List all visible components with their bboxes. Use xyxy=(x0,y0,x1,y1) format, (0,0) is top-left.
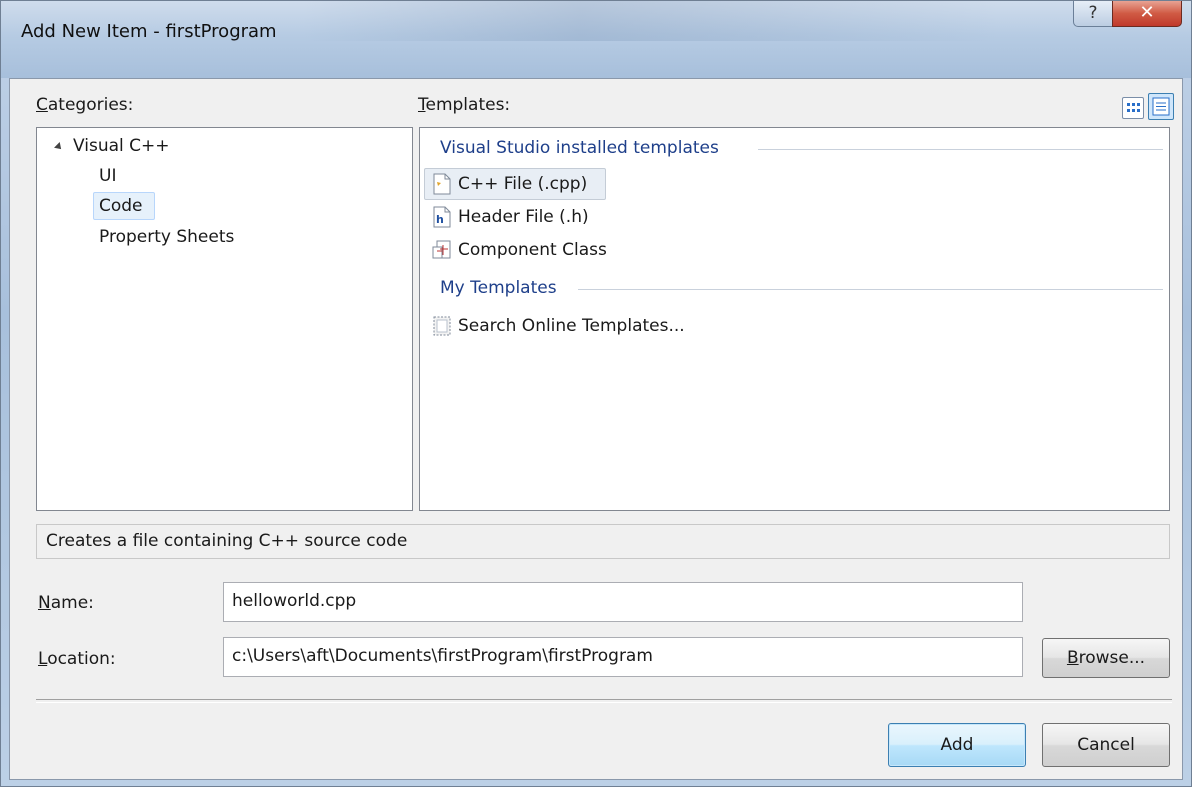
help-button[interactable]: ? xyxy=(1073,1,1113,27)
template-item-cpp-file[interactable]: C++ File (.cpp) xyxy=(432,169,587,199)
template-item-header-file[interactable]: h Header File (.h) xyxy=(432,202,589,232)
cpp-file-icon xyxy=(432,173,452,195)
templates-label: Templates: xyxy=(418,95,511,115)
group-header-installed: Visual Studio installed templates xyxy=(440,138,719,158)
templates-list[interactable]: Visual Studio installed templates C++ Fi… xyxy=(419,127,1170,511)
tree-item-code[interactable]: Code xyxy=(99,196,143,216)
title-bar-glow xyxy=(301,1,1001,41)
add-new-item-dialog: Add New Item - firstProgram ? ✕ Categori… xyxy=(0,0,1192,787)
categories-tree[interactable]: Visual C++ UI Code Property Sheets xyxy=(36,127,413,511)
template-item-search-online[interactable]: Search Online Templates... xyxy=(432,311,685,341)
name-label: Name: xyxy=(38,593,94,613)
header-file-icon: h xyxy=(432,206,452,228)
component-class-icon xyxy=(432,239,452,261)
browse-button[interactable]: Browse... xyxy=(1042,638,1170,678)
small-icons-view-button[interactable] xyxy=(1148,93,1174,120)
large-icons-view-icon xyxy=(1127,103,1140,112)
footer-separator xyxy=(36,699,1172,703)
title-bar[interactable]: Add New Item - firstProgram ? ✕ xyxy=(1,1,1191,78)
template-item-component-class[interactable]: Component Class xyxy=(432,235,607,265)
svg-text:h: h xyxy=(436,213,444,226)
location-input[interactable]: c:\Users\aft\Documents\firstProgram\firs… xyxy=(223,637,1023,677)
group-header-my-templates: My Templates xyxy=(440,278,557,298)
location-label: Location: xyxy=(38,649,116,669)
large-icons-view-button[interactable] xyxy=(1122,97,1144,119)
expand-arrow-icon[interactable] xyxy=(54,142,64,152)
dialog-body: Categories: Visual C++ UI Code Property … xyxy=(9,78,1183,780)
template-label: C++ File (.cpp) xyxy=(458,174,588,194)
window-title: Add New Item - firstProgram xyxy=(21,21,277,42)
add-button[interactable]: Add xyxy=(888,723,1026,767)
template-label: Component Class xyxy=(458,240,607,260)
template-description: Creates a file containing C++ source cod… xyxy=(36,524,1170,559)
cancel-button[interactable]: Cancel xyxy=(1042,723,1170,767)
group-divider xyxy=(758,149,1163,150)
template-label: Search Online Templates... xyxy=(458,316,685,336)
categories-label: Categories: xyxy=(36,95,134,115)
template-label: Header File (.h) xyxy=(458,207,589,227)
search-online-icon xyxy=(432,315,452,337)
list-view-icon xyxy=(1152,97,1170,116)
close-button[interactable]: ✕ xyxy=(1112,1,1182,27)
group-divider xyxy=(578,289,1163,290)
tree-item-property-sheets[interactable]: Property Sheets xyxy=(99,227,234,247)
name-input[interactable]: helloworld.cpp xyxy=(223,582,1023,622)
tree-item-visual-cpp[interactable]: Visual C++ xyxy=(73,136,170,156)
tree-item-ui[interactable]: UI xyxy=(99,166,116,186)
